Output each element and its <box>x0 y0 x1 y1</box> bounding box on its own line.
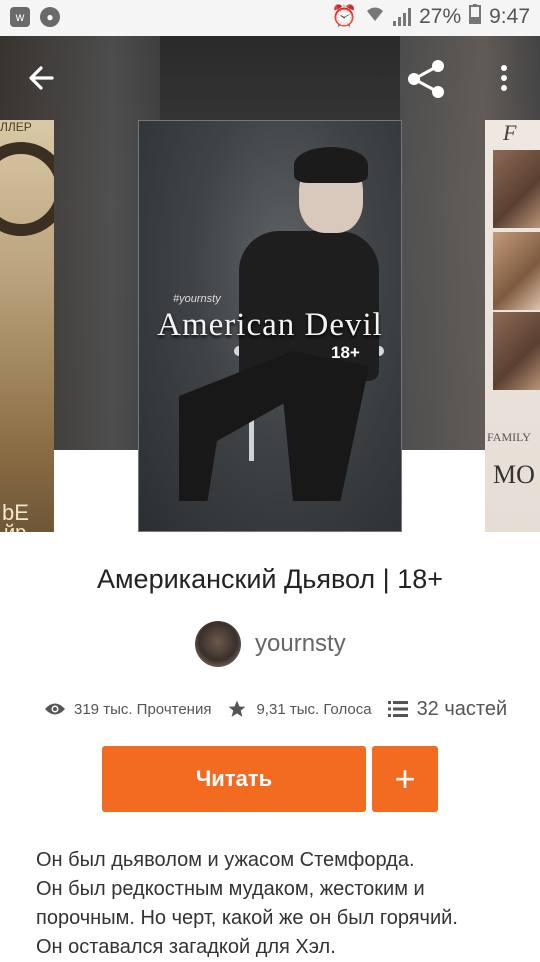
list-icon <box>387 701 408 717</box>
star-icon <box>229 700 246 717</box>
cover-author-tag: #yournsty <box>173 293 221 305</box>
cover-left-symbol <box>0 142 54 236</box>
battery-icon <box>469 4 482 30</box>
reads-stat: 319 тыс. Прочтения <box>44 701 211 718</box>
description-line: Он был редкостным мудаком, жестоким и <box>36 878 425 900</box>
clock: 9:47 <box>489 5 530 28</box>
story-title: Американский Дьявол | 18+ <box>96 564 443 594</box>
cover-left-bottom-text: йр <box>4 522 26 532</box>
share-icon <box>408 60 444 98</box>
cover-age-rating: 18+ <box>331 343 360 362</box>
plus-icon: + <box>394 758 416 799</box>
description-line: Он оставался загадкой для Хэл. <box>36 936 336 958</box>
add-to-library-button[interactable]: + <box>372 746 438 812</box>
read-button[interactable]: Читать <box>102 746 366 812</box>
cover-left-top-text: ЛЛЕР <box>0 120 32 134</box>
reads-count: 319 тыс. Прочтения <box>74 700 212 718</box>
more-options-button[interactable] <box>492 60 516 98</box>
status-bar: w ● ⏰ 27% 9:47 <box>0 0 540 36</box>
signal-icon <box>393 8 412 26</box>
author-name[interactable]: yournsty <box>255 630 346 658</box>
alarm-icon: ⏰ <box>330 5 358 28</box>
arrow-left-icon <box>29 66 54 90</box>
wattpad-notification-icon: w <box>10 7 30 27</box>
story-stats: 319 тыс. Прочтения 9,31 тыс. Голоса 32 ч… <box>44 694 514 724</box>
chat-notification-icon: ● <box>40 7 60 27</box>
author-row[interactable]: yournsty <box>195 620 346 668</box>
share-button[interactable] <box>405 58 447 100</box>
votes-stat: 9,31 тыс. Голоса <box>227 699 372 719</box>
cover-right-title-text: MO <box>493 460 535 489</box>
parts-stat: 32 частей <box>387 697 508 721</box>
notification-icons: w ● <box>10 7 60 27</box>
votes-count: 9,31 тыс. Голоса <box>256 700 372 718</box>
status-right: ⏰ 27% 9:47 <box>331 4 530 30</box>
cover-person-hair <box>294 147 368 183</box>
previous-story-cover[interactable]: ЛЛЕР bE йр <box>0 120 54 532</box>
parts-count: 32 частей <box>416 697 508 720</box>
wifi-icon <box>365 5 385 29</box>
eye-icon <box>45 703 65 715</box>
cover-right-photo <box>493 232 540 310</box>
back-button[interactable] <box>22 58 62 98</box>
battery-percent: 27% <box>419 5 462 28</box>
description-line: Он был дьяволом и ужасом Стемфорда. <box>36 849 415 871</box>
avatar[interactable] <box>195 621 241 667</box>
description-line: порочным. Но черт, какой же он был горяч… <box>36 907 458 929</box>
cover-right-photo <box>493 312 540 390</box>
cover-right-photo <box>493 150 540 228</box>
cover-right-family-text: FAMILY <box>487 430 531 444</box>
cover-title: American Devil <box>157 307 383 343</box>
story-cover[interactable]: #yournsty American Devil 18+ <box>138 120 402 532</box>
next-story-cover[interactable]: F FAMILY MO <box>485 120 540 532</box>
story-description: Он был дьяволом и ужасом Стемфорда. Он б… <box>36 846 516 962</box>
cover-right-letter: F <box>503 120 517 145</box>
more-vertical-icon <box>501 65 507 91</box>
